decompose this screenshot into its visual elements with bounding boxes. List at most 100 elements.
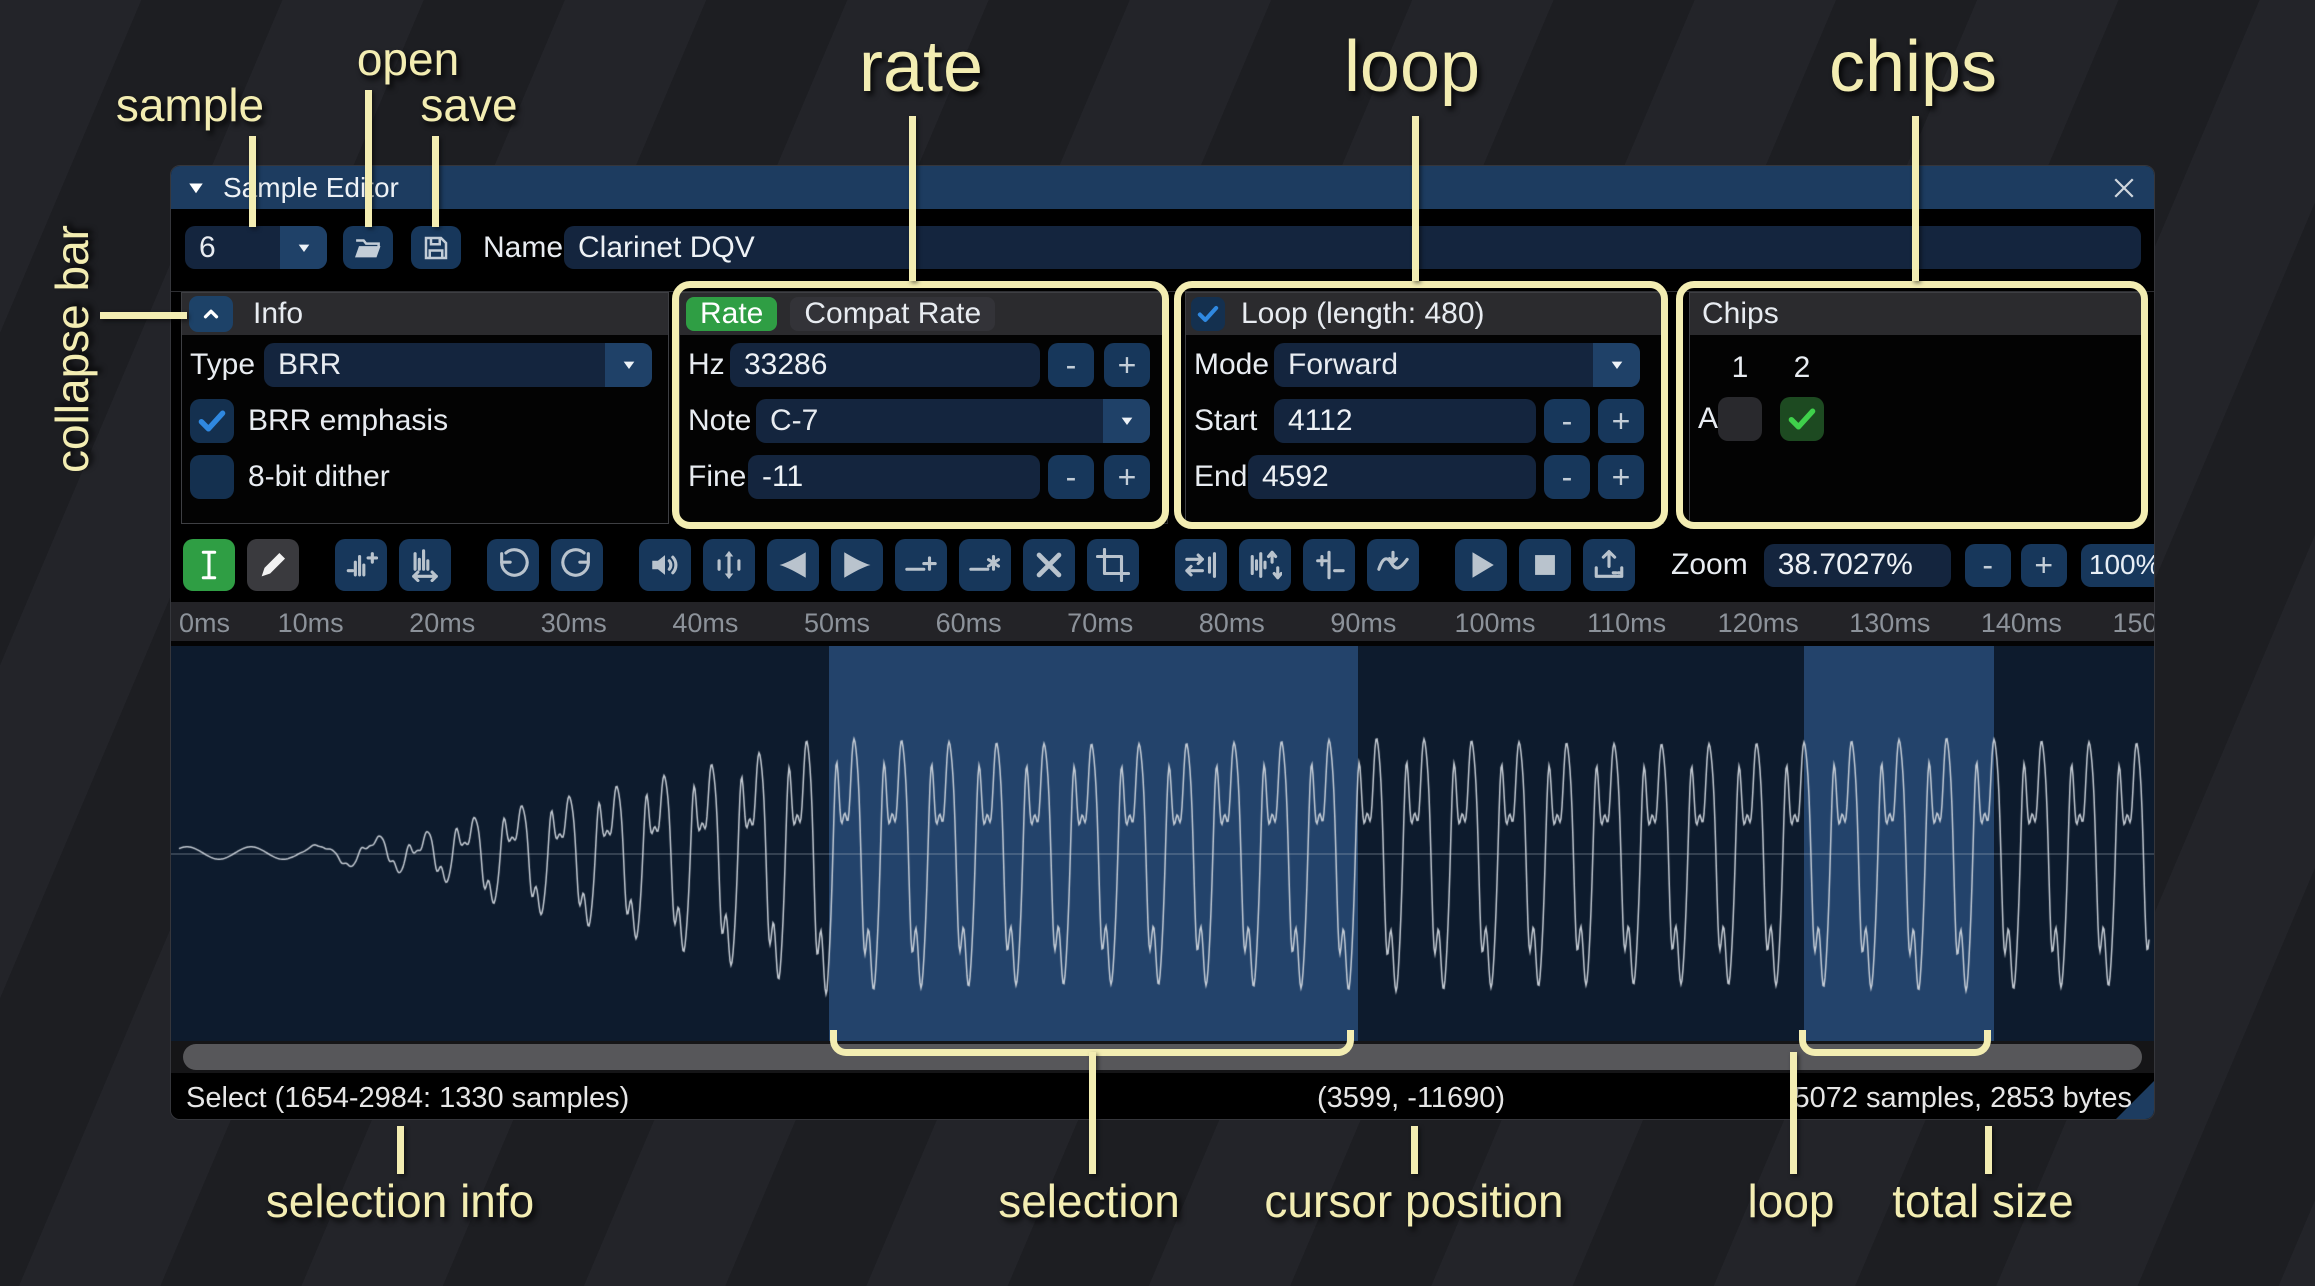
annotation-rate: rate [859,26,983,108]
zoom-value: 38.7027% [1778,548,1913,582]
fade-out-icon [840,548,874,582]
select-tool-icon [192,548,226,582]
ruler-label: 140ms [1981,608,2062,639]
annotation-line-sample [249,136,256,227]
ruler-label: 40ms [672,608,738,639]
info-panel: Info Type BRR BRR emphasis 8-bit dither [181,292,669,524]
ruler-label: 20ms [409,608,475,639]
filter-button[interactable] [1367,539,1419,591]
annotation-line-selection-info [397,1126,404,1174]
annotation-box-loop [1174,281,1668,529]
ruler-label: 60ms [936,608,1002,639]
annotation-line-total-size [1985,1126,1992,1174]
annotation-sample: sample [116,78,264,132]
invert-button[interactable] [1239,539,1291,591]
amplify-button[interactable] [639,539,691,591]
annotation-collapse-bar: collapse bar [45,189,99,509]
cursor-position-text: (3599, -11690) [1317,1082,1505,1115]
annotation-line-rate [909,116,916,281]
stop-button[interactable] [1519,539,1571,591]
waveform-area[interactable] [171,646,2154,1041]
reverse-button[interactable] [1175,539,1227,591]
insert-silence-button[interactable] [895,539,947,591]
trim-icon [1096,548,1130,582]
apply-silence-button[interactable] [959,539,1011,591]
insert-silence-icon [904,548,938,582]
floppy-disk-icon [421,233,451,263]
sample-select-value: 6 [199,226,216,269]
annotation-line-cursor [1411,1126,1418,1174]
fade-in-button[interactable] [767,539,819,591]
ruler-label: 150ms [2112,608,2155,639]
resample-button[interactable] [399,539,451,591]
annotation-line-save [432,136,439,227]
sample-select[interactable]: 6 [185,226,327,269]
ruler-label: 0ms [179,608,230,639]
annotation-box-rate [672,281,1169,529]
zoom-out-button[interactable]: - [1965,544,2011,587]
annotation-bracket-loop [1799,1030,1991,1056]
amplify-icon [648,548,682,582]
annotation-loop-top: loop [1344,26,1480,108]
annotation-chips: chips [1829,26,1997,108]
ruler-label: 90ms [1330,608,1396,639]
filter-icon [1376,548,1410,582]
annotation-save: save [420,78,517,132]
play-button[interactable] [1455,539,1507,591]
annotation-line-selection [1089,1052,1096,1174]
annotation-total-size: total size [1892,1174,2074,1228]
chevron-up-icon [198,303,224,325]
dither-label: 8-bit dither [248,455,390,499]
titlebar[interactable]: Sample Editor [171,166,2154,209]
draw-tool-icon [256,548,290,582]
delete-button[interactable] [1023,539,1075,591]
undo-icon [496,548,530,582]
redo-button[interactable] [551,539,603,591]
name-input[interactable]: Clarinet DQV [564,226,2141,269]
fade-out-button[interactable] [831,539,883,591]
close-icon[interactable] [2108,172,2140,204]
invert-icon [1248,548,1282,582]
annotation-line-open [365,90,372,227]
signedness-button[interactable] [1303,539,1355,591]
open-folder-icon [353,233,383,263]
draw-tool-button[interactable] [247,539,299,591]
window-collapse-icon[interactable] [185,179,207,197]
play-icon [1464,548,1498,582]
info-panel-title: Info [253,297,303,331]
brr-emphasis-checkbox[interactable] [190,399,234,443]
status-bar: Select (1654-2984: 1330 samples) (3599, … [171,1073,2154,1120]
delete-icon [1032,548,1066,582]
chevron-down-icon[interactable] [280,226,327,269]
ruler-label: 100ms [1454,608,1535,639]
zoom-input[interactable]: 38.7027% [1764,544,1951,587]
type-select[interactable]: BRR [264,343,652,387]
annotation-loop-bottom: loop [1748,1174,1835,1228]
annotation-line-chips [1912,116,1919,281]
total-size-text: 5072 samples, 2853 bytes [1793,1082,2132,1115]
undo-button[interactable] [487,539,539,591]
annotation-line-loop-top [1412,116,1419,281]
annotation-box-chips [1676,281,2148,529]
select-tool-button[interactable] [183,539,235,591]
signedness-icon [1312,548,1346,582]
annotation-line-collapse-bar [100,312,187,319]
brr-emphasis-label: BRR emphasis [248,399,448,443]
save-to-device-button[interactable] [1583,539,1635,591]
time-ruler[interactable]: 0ms10ms20ms30ms40ms50ms60ms70ms80ms90ms1… [171,601,2154,646]
waveform-canvas[interactable] [171,646,2155,1041]
trim-button[interactable] [1087,539,1139,591]
resize-button[interactable] [335,539,387,591]
resample-icon [408,548,442,582]
chevron-down-icon[interactable] [605,343,652,387]
save-button[interactable] [411,226,461,269]
zoom-in-button[interactable]: + [2021,544,2067,587]
dither-checkbox[interactable] [190,455,234,499]
zoom-reset-button[interactable]: 100% [2081,544,2155,587]
normalize-button[interactable] [703,539,755,591]
name-input-value: Clarinet DQV [578,231,755,265]
open-button[interactable] [343,226,393,269]
collapse-bar-button[interactable] [189,296,233,332]
resize-grip[interactable] [2116,1081,2154,1119]
save-to-device-icon [1592,548,1626,582]
